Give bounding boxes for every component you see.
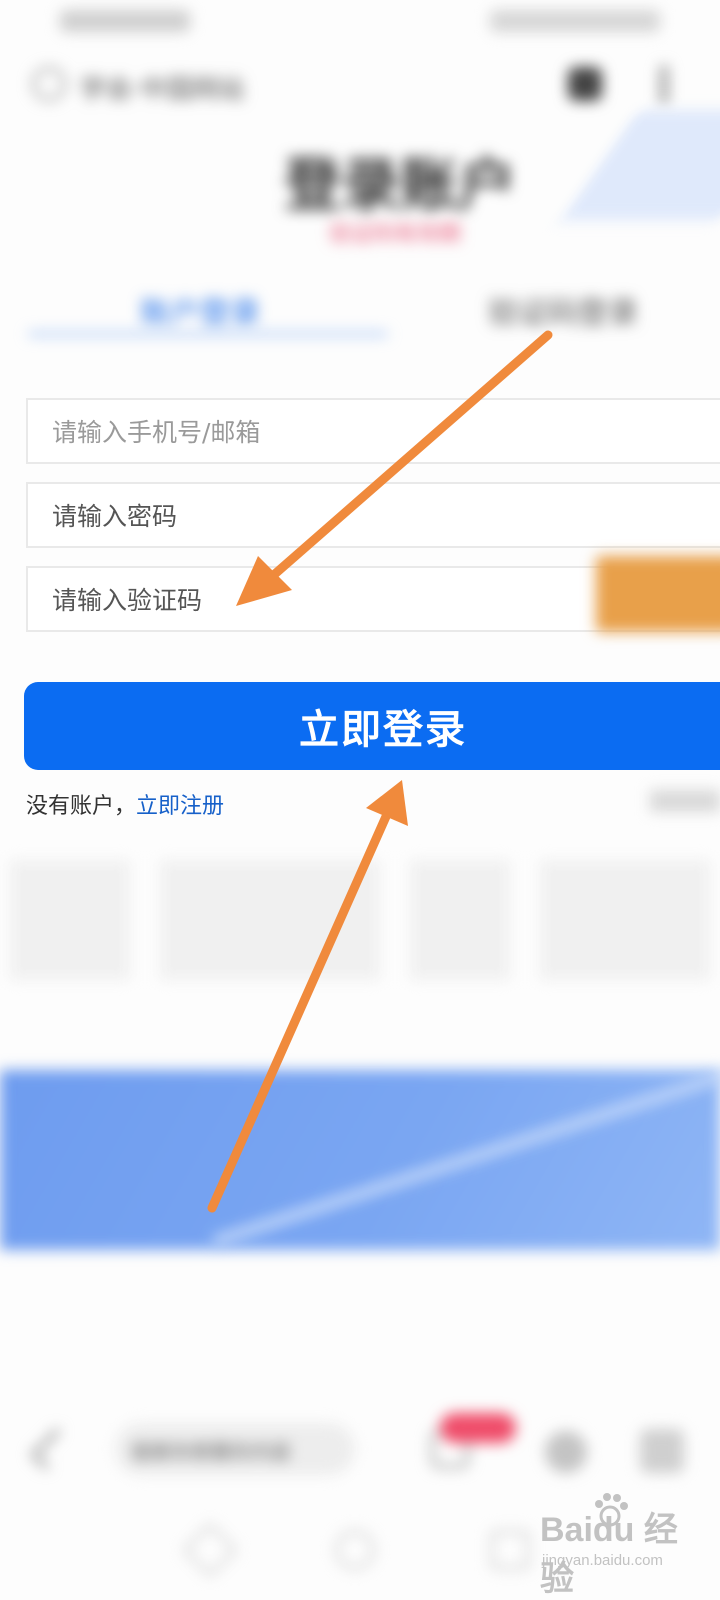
login-tabs: 账户登录 验证码登录: [0, 280, 720, 350]
active-tab-indicator: [28, 332, 388, 336]
menu-icon[interactable]: [640, 1429, 684, 1473]
nav-recent-icon[interactable]: [490, 1530, 530, 1570]
share-icon[interactable]: [568, 67, 602, 101]
search-box[interactable]: 搜索你想要的内容: [115, 1423, 355, 1475]
register-link[interactable]: 立即注册: [136, 794, 224, 819]
nav-back-icon[interactable]: [181, 1521, 239, 1579]
back-icon[interactable]: [29, 1427, 73, 1471]
login-page: 学会·中国网站 登录账户 验证码有效期 账户登录 验证码登录 立即登录 没有账户…: [0, 0, 720, 1600]
page-title: 登录账户: [283, 151, 516, 219]
site-title: 学会·中国网站: [80, 75, 245, 105]
register-prompt: 没有账户，立即注册: [26, 788, 224, 820]
baidu-jingyan-watermark: Baidu 经验 jingyan.baidu.com: [540, 1490, 710, 1598]
get-code-button[interactable]: [596, 556, 720, 632]
password-field: [26, 482, 720, 548]
tab-code-login[interactable]: 验证码登录: [488, 288, 638, 332]
browser-toolbar: 学会·中国网站: [0, 55, 720, 115]
password-input[interactable]: [50, 484, 614, 548]
nav-home-icon[interactable]: [335, 1530, 375, 1570]
login-button[interactable]: 立即登录: [24, 682, 720, 770]
verification-code-input[interactable]: [50, 568, 614, 632]
tab-account-login[interactable]: 账户登录: [140, 288, 260, 332]
browser-bottom-bar: 搜索你想要的内容: [0, 1405, 720, 1495]
forgot-password-link[interactable]: [650, 790, 720, 812]
status-bar: [0, 0, 720, 48]
promo-banner[interactable]: [0, 1070, 720, 1250]
battery-time: [490, 10, 660, 32]
account-input[interactable]: [50, 400, 614, 464]
page-subtitle: 验证码有效期: [328, 222, 461, 247]
more-options-icon[interactable]: [660, 65, 668, 105]
watermark-url: jingyan.baidu.com: [542, 1552, 663, 1569]
notification-badge: [440, 1413, 516, 1443]
search-text: 搜索你想要的内容: [131, 1440, 291, 1464]
blurred-content: [0, 860, 720, 990]
no-account-text: 没有账户，: [26, 794, 137, 819]
watermark-brand: Baidu 经验: [540, 1511, 678, 1598]
site-logo-icon: [32, 67, 66, 101]
user-icon[interactable]: [545, 1431, 587, 1473]
account-field: [26, 398, 720, 464]
signal-icons: [60, 10, 190, 32]
